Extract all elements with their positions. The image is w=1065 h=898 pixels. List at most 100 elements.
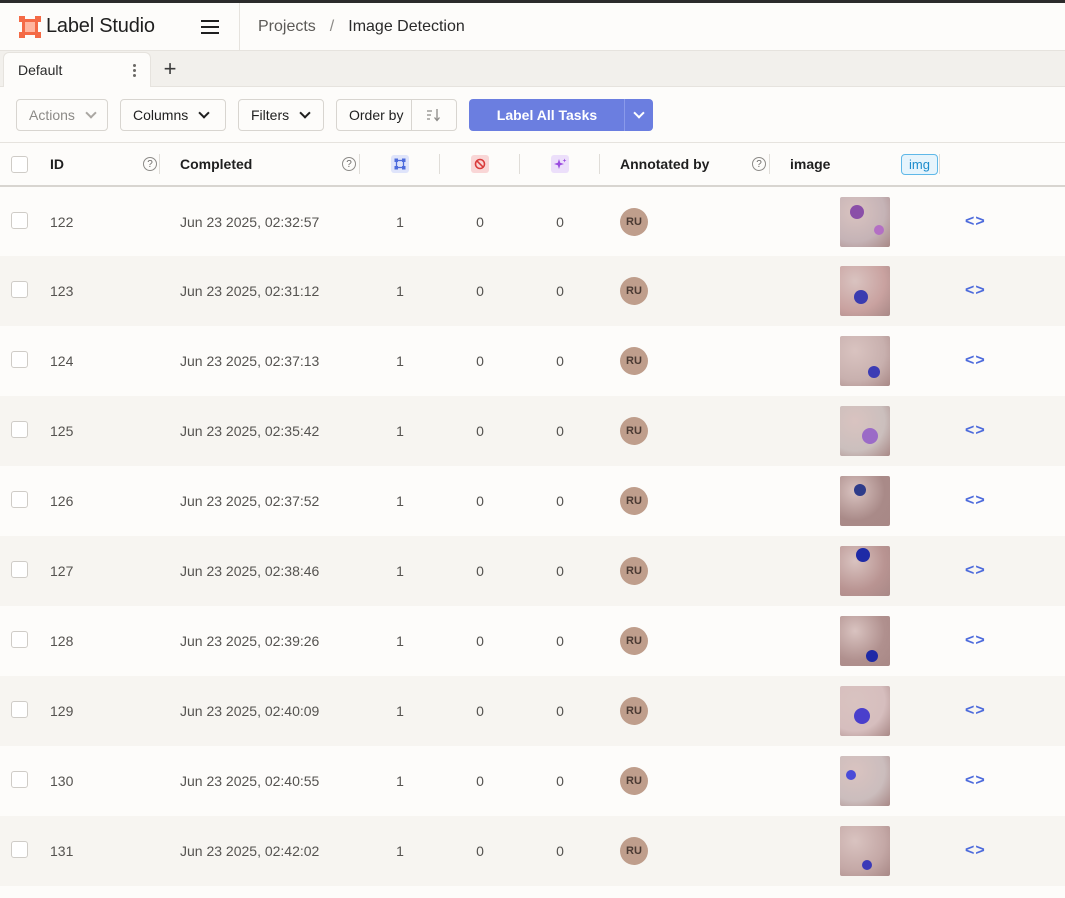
cancelled-count: 0 xyxy=(476,213,484,230)
avatar: RU xyxy=(620,347,648,375)
row-checkbox[interactable] xyxy=(11,631,28,648)
predictions-count: 0 xyxy=(556,563,564,579)
tab-options-icon[interactable] xyxy=(133,63,136,77)
column-id[interactable]: ID xyxy=(50,156,64,172)
avatar: RU xyxy=(620,697,648,725)
predictions-count: 0 xyxy=(556,773,564,789)
code-icon[interactable]: <> xyxy=(965,842,986,859)
image-type-badge: img xyxy=(901,153,938,175)
task-completed: Jun 23 2025, 02:40:09 xyxy=(180,703,320,719)
avatar: RU xyxy=(620,837,648,865)
table-row[interactable]: 127 Jun 23 2025, 02:38:46 1 0 0 RU <> xyxy=(0,536,1065,606)
image-thumbnail[interactable] xyxy=(840,476,890,526)
table-row[interactable]: 128 Jun 23 2025, 02:39:26 1 0 0 RU <> xyxy=(0,606,1065,676)
avatar: RU xyxy=(620,767,648,795)
code-icon[interactable]: <> xyxy=(965,562,986,579)
table-row[interactable]: 122 Jun 23 2025, 02:32:57 1 0 0 RU <> xyxy=(0,186,1065,256)
breadcrumb-current[interactable]: Image Detection xyxy=(348,18,465,36)
row-checkbox[interactable] xyxy=(11,491,28,508)
table-row[interactable]: 126 Jun 23 2025, 02:37:52 1 0 0 RU <> xyxy=(0,466,1065,536)
cancelled-icon[interactable] xyxy=(471,155,489,173)
column-completed[interactable]: Completed xyxy=(180,156,252,172)
image-thumbnail[interactable] xyxy=(840,686,890,736)
image-thumbnail[interactable] xyxy=(840,546,890,596)
task-id: 129 xyxy=(50,703,74,719)
row-checkbox[interactable] xyxy=(11,771,28,788)
code-icon[interactable]: <> xyxy=(965,213,986,230)
row-checkbox[interactable] xyxy=(11,211,28,229)
predictions-count: 0 xyxy=(556,843,564,859)
column-image[interactable]: image xyxy=(790,156,830,172)
image-thumbnail[interactable] xyxy=(840,406,890,456)
row-checkbox[interactable] xyxy=(11,281,28,298)
cancelled-count: 0 xyxy=(476,563,484,579)
table-row[interactable]: 125 Jun 23 2025, 02:35:42 1 0 0 RU <> xyxy=(0,396,1065,466)
order-by-label[interactable]: Order by xyxy=(337,99,413,130)
image-thumbnail[interactable] xyxy=(840,336,890,386)
help-icon[interactable]: ? xyxy=(342,157,356,171)
task-completed: Jun 23 2025, 02:32:57 xyxy=(180,213,320,230)
annotations-icon[interactable] xyxy=(391,155,409,173)
annotations-count: 1 xyxy=(396,213,404,230)
image-thumbnail[interactable] xyxy=(840,756,890,806)
image-thumbnail[interactable] xyxy=(840,616,890,666)
hamburger-menu-icon[interactable] xyxy=(190,7,230,47)
task-id: 124 xyxy=(50,353,74,369)
label-all-tasks-button[interactable]: Label All Tasks xyxy=(469,98,654,131)
app-logo[interactable]: Label Studio xyxy=(0,15,176,38)
task-completed: Jun 23 2025, 02:37:13 xyxy=(180,353,320,369)
cancelled-count: 0 xyxy=(476,283,484,299)
task-id: 122 xyxy=(50,213,74,230)
breadcrumb: Projects / Image Detection xyxy=(240,18,465,36)
task-id: 128 xyxy=(50,633,74,649)
row-checkbox[interactable] xyxy=(11,701,28,718)
task-completed: Jun 23 2025, 02:40:55 xyxy=(180,773,320,789)
row-checkbox[interactable] xyxy=(11,421,28,438)
table-row[interactable]: 129 Jun 23 2025, 02:40:09 1 0 0 RU <> xyxy=(0,676,1065,746)
select-all-checkbox[interactable] xyxy=(11,155,28,173)
row-checkbox[interactable] xyxy=(11,841,28,858)
breadcrumb-projects[interactable]: Projects xyxy=(258,18,316,36)
table-row[interactable]: 123 Jun 23 2025, 02:31:12 1 0 0 RU <> xyxy=(0,256,1065,326)
predictions-icon[interactable] xyxy=(551,155,569,173)
row-checkbox[interactable] xyxy=(11,561,28,578)
toolbar: Actions Columns Filters Order by Label A… xyxy=(0,87,1065,143)
table-header-row: ID ? Completed ? Annotated by ? image im… xyxy=(0,143,1065,186)
code-icon[interactable]: <> xyxy=(965,772,986,789)
sort-direction-icon[interactable] xyxy=(412,100,456,130)
code-icon[interactable]: <> xyxy=(965,702,986,719)
actions-button[interactable]: Actions xyxy=(16,98,108,131)
task-completed: Jun 23 2025, 02:38:46 xyxy=(180,563,320,579)
image-thumbnail[interactable] xyxy=(840,196,890,247)
table-row[interactable]: 124 Jun 23 2025, 02:37:13 1 0 0 RU <> xyxy=(0,326,1065,396)
task-completed: Jun 23 2025, 02:37:52 xyxy=(180,493,320,509)
tab-default[interactable]: Default xyxy=(3,52,151,87)
label-dropdown-icon[interactable] xyxy=(625,99,653,131)
annotations-count: 1 xyxy=(396,633,404,649)
add-tab-icon[interactable]: + xyxy=(153,52,187,86)
table-row[interactable]: 131 Jun 23 2025, 02:42:02 1 0 0 RU <> xyxy=(0,816,1065,886)
cancelled-count: 0 xyxy=(476,633,484,649)
image-thumbnail[interactable] xyxy=(840,266,890,316)
table-row[interactable]: 130 Jun 23 2025, 02:40:55 1 0 0 RU <> xyxy=(0,746,1065,816)
row-checkbox[interactable] xyxy=(11,351,28,368)
task-completed: Jun 23 2025, 02:42:02 xyxy=(180,843,320,859)
code-icon[interactable]: <> xyxy=(965,282,986,299)
filters-button[interactable]: Filters xyxy=(238,98,324,131)
cancelled-count: 0 xyxy=(476,353,484,369)
annotations-count: 1 xyxy=(396,493,404,509)
code-icon[interactable]: <> xyxy=(965,422,986,439)
image-thumbnail[interactable] xyxy=(840,826,890,876)
code-icon[interactable]: <> xyxy=(965,352,986,369)
breadcrumb-separator: / xyxy=(329,17,335,35)
code-icon[interactable]: <> xyxy=(965,632,986,649)
actions-label: Actions xyxy=(29,106,75,123)
help-icon[interactable]: ? xyxy=(143,157,157,171)
help-icon[interactable]: ? xyxy=(752,157,766,171)
column-annotated-by[interactable]: Annotated by xyxy=(620,156,709,172)
chevron-down-icon xyxy=(198,106,210,119)
label-all-tasks-label[interactable]: Label All Tasks xyxy=(469,98,626,131)
columns-button[interactable]: Columns xyxy=(120,98,226,131)
order-by-control[interactable]: Order by xyxy=(336,98,458,131)
code-icon[interactable]: <> xyxy=(965,492,986,509)
